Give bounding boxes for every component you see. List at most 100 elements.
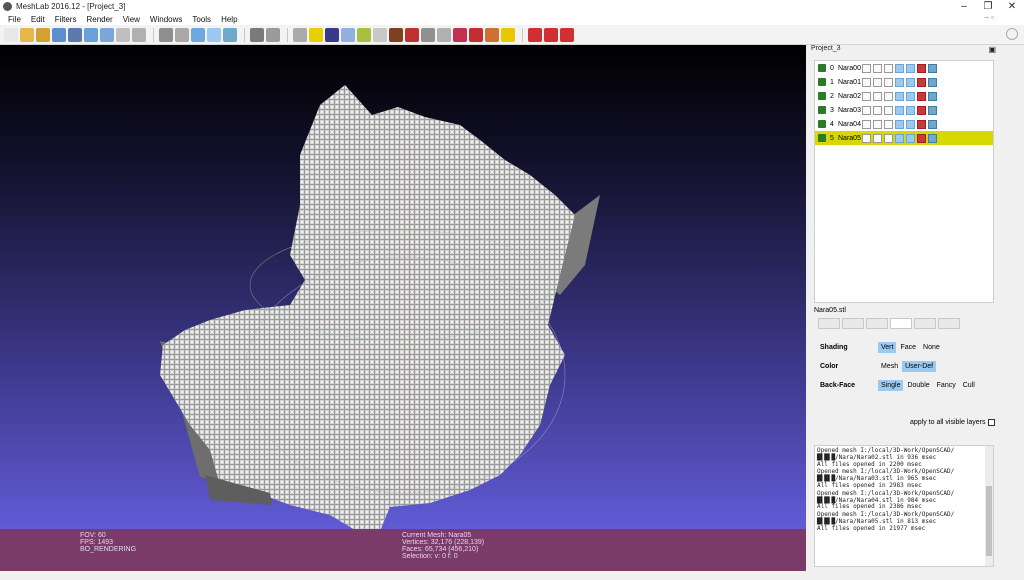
- menu-view[interactable]: View: [118, 15, 145, 24]
- measure-icon[interactable]: [341, 27, 355, 42]
- bbox-toggle-icon[interactable]: [862, 63, 871, 73]
- tab-wire-icon[interactable]: [866, 318, 888, 329]
- points-toggle-icon[interactable]: [873, 133, 882, 143]
- visibility-eye-icon[interactable]: [818, 120, 826, 128]
- minimize-button[interactable]: –: [952, 0, 976, 13]
- quality-icon[interactable]: [469, 27, 483, 42]
- decorator-toggle-icon[interactable]: [928, 119, 937, 129]
- layer-row[interactable]: 1 Nara01: [815, 75, 993, 89]
- bbox-toggle-icon[interactable]: [862, 91, 871, 101]
- light-icon[interactable]: [266, 27, 280, 42]
- shading-toggle-icon[interactable]: [906, 105, 915, 115]
- shading-none-option[interactable]: None: [920, 342, 943, 353]
- wire-toggle-icon[interactable]: [884, 133, 893, 143]
- visibility-eye-icon[interactable]: [818, 134, 826, 142]
- new-icon[interactable]: [4, 27, 18, 42]
- points-toggle-icon[interactable]: [873, 77, 882, 87]
- menu-windows[interactable]: Windows: [145, 15, 187, 24]
- color-userdef-option[interactable]: User-Def: [902, 361, 937, 372]
- wire-toggle-icon[interactable]: [884, 105, 893, 115]
- visibility-eye-icon[interactable]: [818, 78, 826, 86]
- decorator-toggle-icon[interactable]: [928, 77, 937, 87]
- decorator-toggle-icon[interactable]: [928, 91, 937, 101]
- log-scroll-thumb[interactable]: [986, 486, 992, 556]
- backface-cull-option[interactable]: Cull: [960, 380, 978, 391]
- shading-face-option[interactable]: Face: [897, 342, 919, 353]
- layers-icon[interactable]: [250, 27, 264, 42]
- sample-icon[interactable]: [485, 27, 499, 42]
- reload-icon[interactable]: [52, 27, 66, 42]
- texture-toggle-icon[interactable]: [917, 105, 926, 115]
- decorator-toggle-icon[interactable]: [928, 105, 937, 115]
- tab-decorator-icon[interactable]: [938, 318, 960, 329]
- texture-icon[interactable]: [223, 27, 237, 42]
- points-toggle-icon[interactable]: [873, 91, 882, 101]
- hidden-lines-icon[interactable]: [159, 27, 173, 42]
- open-icon[interactable]: [20, 27, 34, 42]
- wire-toggle-icon[interactable]: [884, 91, 893, 101]
- texture-toggle-icon[interactable]: [917, 77, 926, 87]
- open-project-icon[interactable]: [36, 27, 50, 42]
- wire-toggle-icon[interactable]: [884, 77, 893, 87]
- backface-double-option[interactable]: Double: [904, 380, 932, 391]
- points-toggle-icon[interactable]: [873, 105, 882, 115]
- visibility-eye-icon[interactable]: [818, 92, 826, 100]
- restore-button[interactable]: ❐: [976, 0, 1000, 13]
- texture-toggle-icon[interactable]: [917, 119, 926, 129]
- flat-icon[interactable]: [191, 27, 205, 42]
- 3d-viewport[interactable]: FOV: 60 FPS: 1493 BO_RENDERING Current M…: [0, 45, 806, 571]
- solid-toggle-icon[interactable]: [895, 91, 904, 101]
- bbox-toggle-icon[interactable]: [862, 133, 871, 143]
- move-icon[interactable]: [437, 27, 451, 42]
- shading-toggle-icon[interactable]: [906, 119, 915, 129]
- shading-toggle-icon[interactable]: [906, 133, 915, 143]
- solid-toggle-icon[interactable]: [895, 119, 904, 129]
- menu-edit[interactable]: Edit: [26, 15, 50, 24]
- points-toggle-icon[interactable]: [873, 119, 882, 129]
- bbox-toggle-icon[interactable]: [862, 105, 871, 115]
- backface-fancy-option[interactable]: Fancy: [934, 380, 959, 391]
- layer-row[interactable]: 0 Nara00: [815, 61, 993, 75]
- select-icon[interactable]: [373, 27, 387, 42]
- bbox-toggle-icon[interactable]: [862, 77, 871, 87]
- menu-help[interactable]: Help: [216, 15, 242, 24]
- apply-all-layers[interactable]: apply to all visible layers: [910, 419, 996, 426]
- flat-lines-icon[interactable]: [175, 27, 189, 42]
- backface-single-option[interactable]: Single: [878, 380, 904, 391]
- solid-toggle-icon[interactable]: [895, 77, 904, 87]
- menu-file[interactable]: File: [3, 15, 26, 24]
- apply-all-checkbox[interactable]: [988, 419, 996, 426]
- color-mesh-option[interactable]: Mesh: [878, 361, 901, 372]
- bbox-toggle-icon[interactable]: [862, 119, 871, 129]
- delete-face-icon[interactable]: [544, 27, 558, 42]
- visibility-eye-icon[interactable]: [818, 106, 826, 114]
- ref-icon[interactable]: [453, 27, 467, 42]
- texture-toggle-icon[interactable]: [917, 133, 926, 143]
- visibility-eye-icon[interactable]: [818, 64, 826, 72]
- snapshot-icon[interactable]: [84, 27, 98, 42]
- tab-box-icon[interactable]: [818, 318, 840, 329]
- shading-toggle-icon[interactable]: [906, 91, 915, 101]
- layer-row[interactable]: 2 Nara02: [815, 89, 993, 103]
- texture-toggle-icon[interactable]: [917, 91, 926, 101]
- tab-texture-icon[interactable]: [914, 318, 936, 329]
- decorator-toggle-icon[interactable]: [928, 133, 937, 143]
- menu-tools[interactable]: Tools: [187, 15, 216, 24]
- align-icon[interactable]: [421, 27, 435, 42]
- points-toggle-icon[interactable]: [873, 63, 882, 73]
- wire-icon[interactable]: [132, 27, 146, 42]
- shading-toggle-icon[interactable]: [906, 63, 915, 73]
- mdi-controls[interactable]: – ▫: [984, 13, 994, 22]
- trackball-icon[interactable]: [293, 27, 307, 42]
- color-icon[interactable]: [325, 27, 339, 42]
- paint-brush-icon[interactable]: [389, 27, 403, 42]
- menu-filters[interactable]: Filters: [50, 15, 82, 24]
- close-button[interactable]: ✕: [1000, 0, 1024, 13]
- wire-toggle-icon[interactable]: [884, 119, 893, 129]
- menu-render[interactable]: Render: [81, 15, 117, 24]
- layer-row[interactable]: 3 Nara03: [815, 103, 993, 117]
- bbox-icon[interactable]: [100, 27, 114, 42]
- layer-row[interactable]: 5 Nara05: [815, 131, 993, 145]
- info-icon[interactable]: [501, 27, 515, 42]
- tab-solid-icon[interactable]: [890, 318, 912, 329]
